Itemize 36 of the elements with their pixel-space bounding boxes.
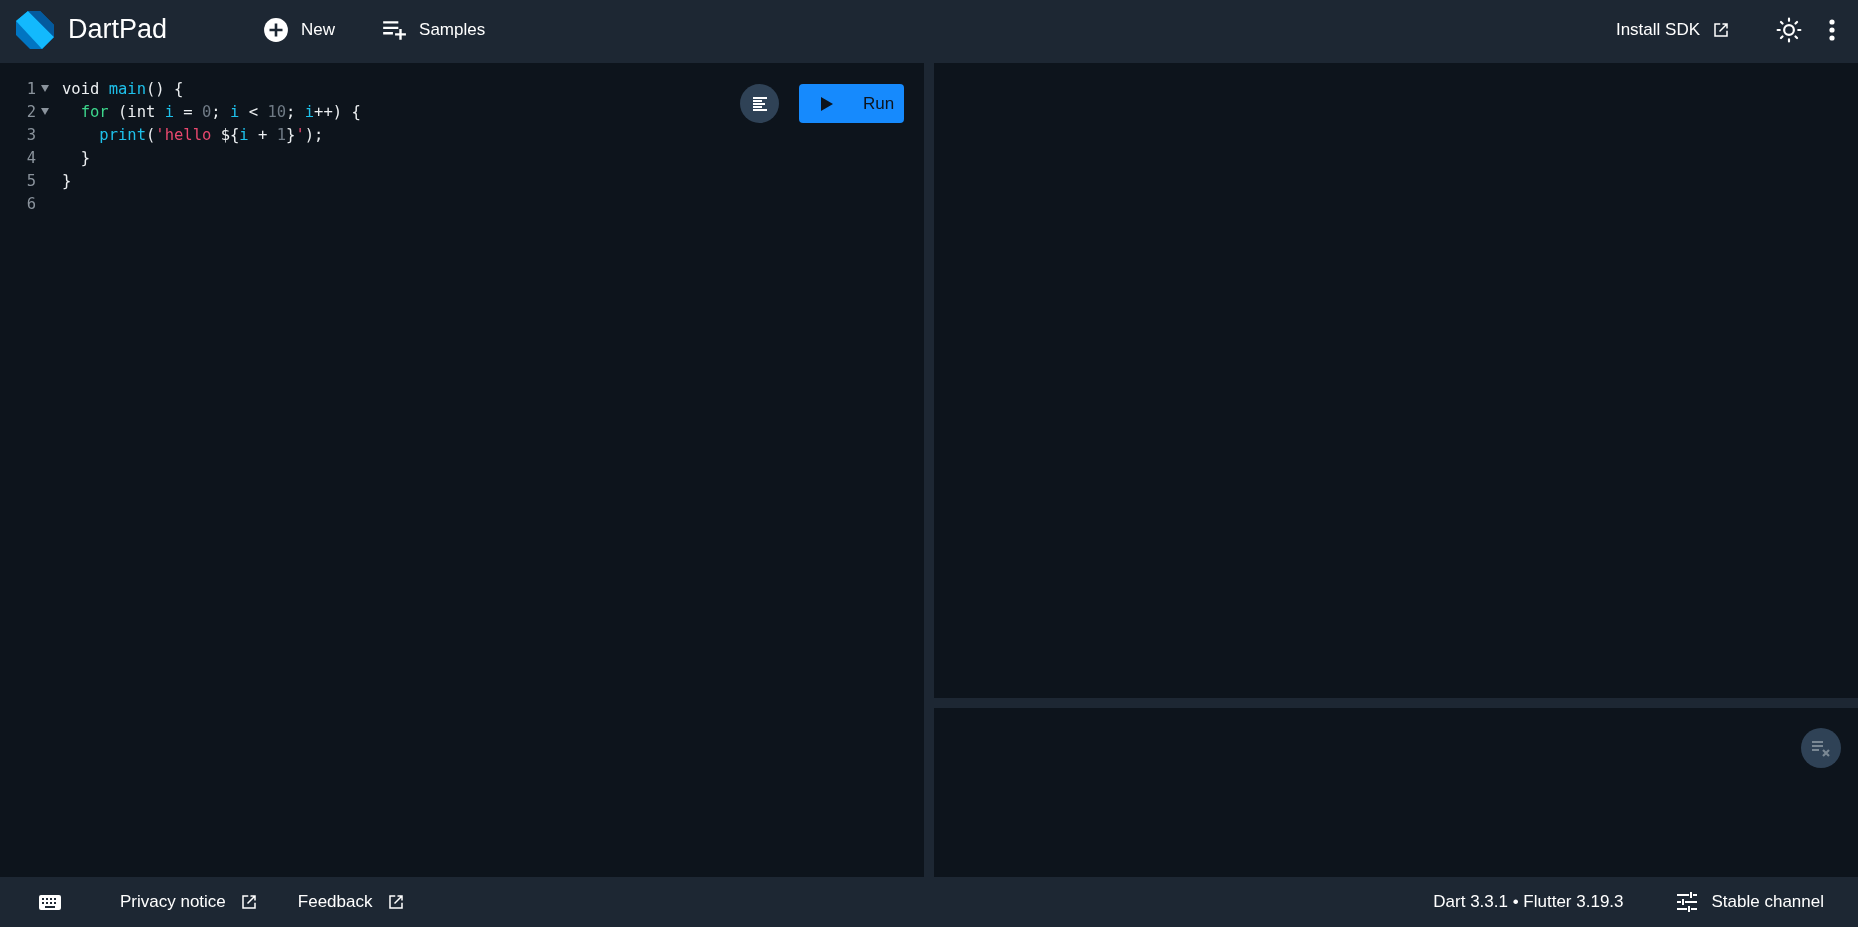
external-link-icon xyxy=(1712,20,1730,39)
line-number: 6 xyxy=(25,194,37,213)
line-number: 1 xyxy=(25,79,37,98)
format-button[interactable] xyxy=(740,84,779,123)
line-number: 4 xyxy=(25,148,37,167)
feedback-link[interactable]: Feedback xyxy=(297,892,405,912)
line-number: 5 xyxy=(25,171,37,190)
version-text: Dart 3.3.1 • Flutter 3.19.3 xyxy=(1433,892,1624,912)
line-number: 2 xyxy=(25,102,37,121)
play-icon xyxy=(821,96,833,111)
code-line: for (int i = 0; i < 10; i++) { xyxy=(79,102,361,121)
keyboard-icon[interactable] xyxy=(39,894,61,910)
code-line: void main() { xyxy=(62,79,184,98)
sun-icon[interactable] xyxy=(1776,16,1802,43)
add-circle-icon xyxy=(263,16,290,43)
fold-triangle-icon[interactable] xyxy=(41,85,49,92)
samples-button[interactable]: Samples xyxy=(371,8,496,51)
install-sdk-link[interactable]: Install SDK xyxy=(1605,11,1740,48)
clear-console-button[interactable] xyxy=(1801,728,1841,768)
external-link-icon xyxy=(239,893,258,911)
code-line: } xyxy=(79,148,90,167)
channel-button[interactable]: Stable channel xyxy=(1675,892,1824,912)
more-icon[interactable] xyxy=(1828,17,1836,42)
sliders-icon xyxy=(1675,892,1698,912)
new-button[interactable]: New xyxy=(253,8,346,51)
clear-icon xyxy=(1811,739,1831,757)
lines-icon xyxy=(751,95,768,112)
run-button[interactable]: Run xyxy=(799,84,904,123)
logo-icon xyxy=(14,8,56,51)
code-line: print('hello ${i + 1}'); xyxy=(98,125,324,144)
external-link-icon xyxy=(386,893,405,911)
code-line: } xyxy=(62,171,72,190)
fold-triangle-icon[interactable] xyxy=(41,108,49,115)
line-number: 3 xyxy=(25,125,37,144)
app-title: DartPad xyxy=(68,14,168,45)
privacy-notice-link[interactable]: Privacy notice xyxy=(120,892,258,912)
